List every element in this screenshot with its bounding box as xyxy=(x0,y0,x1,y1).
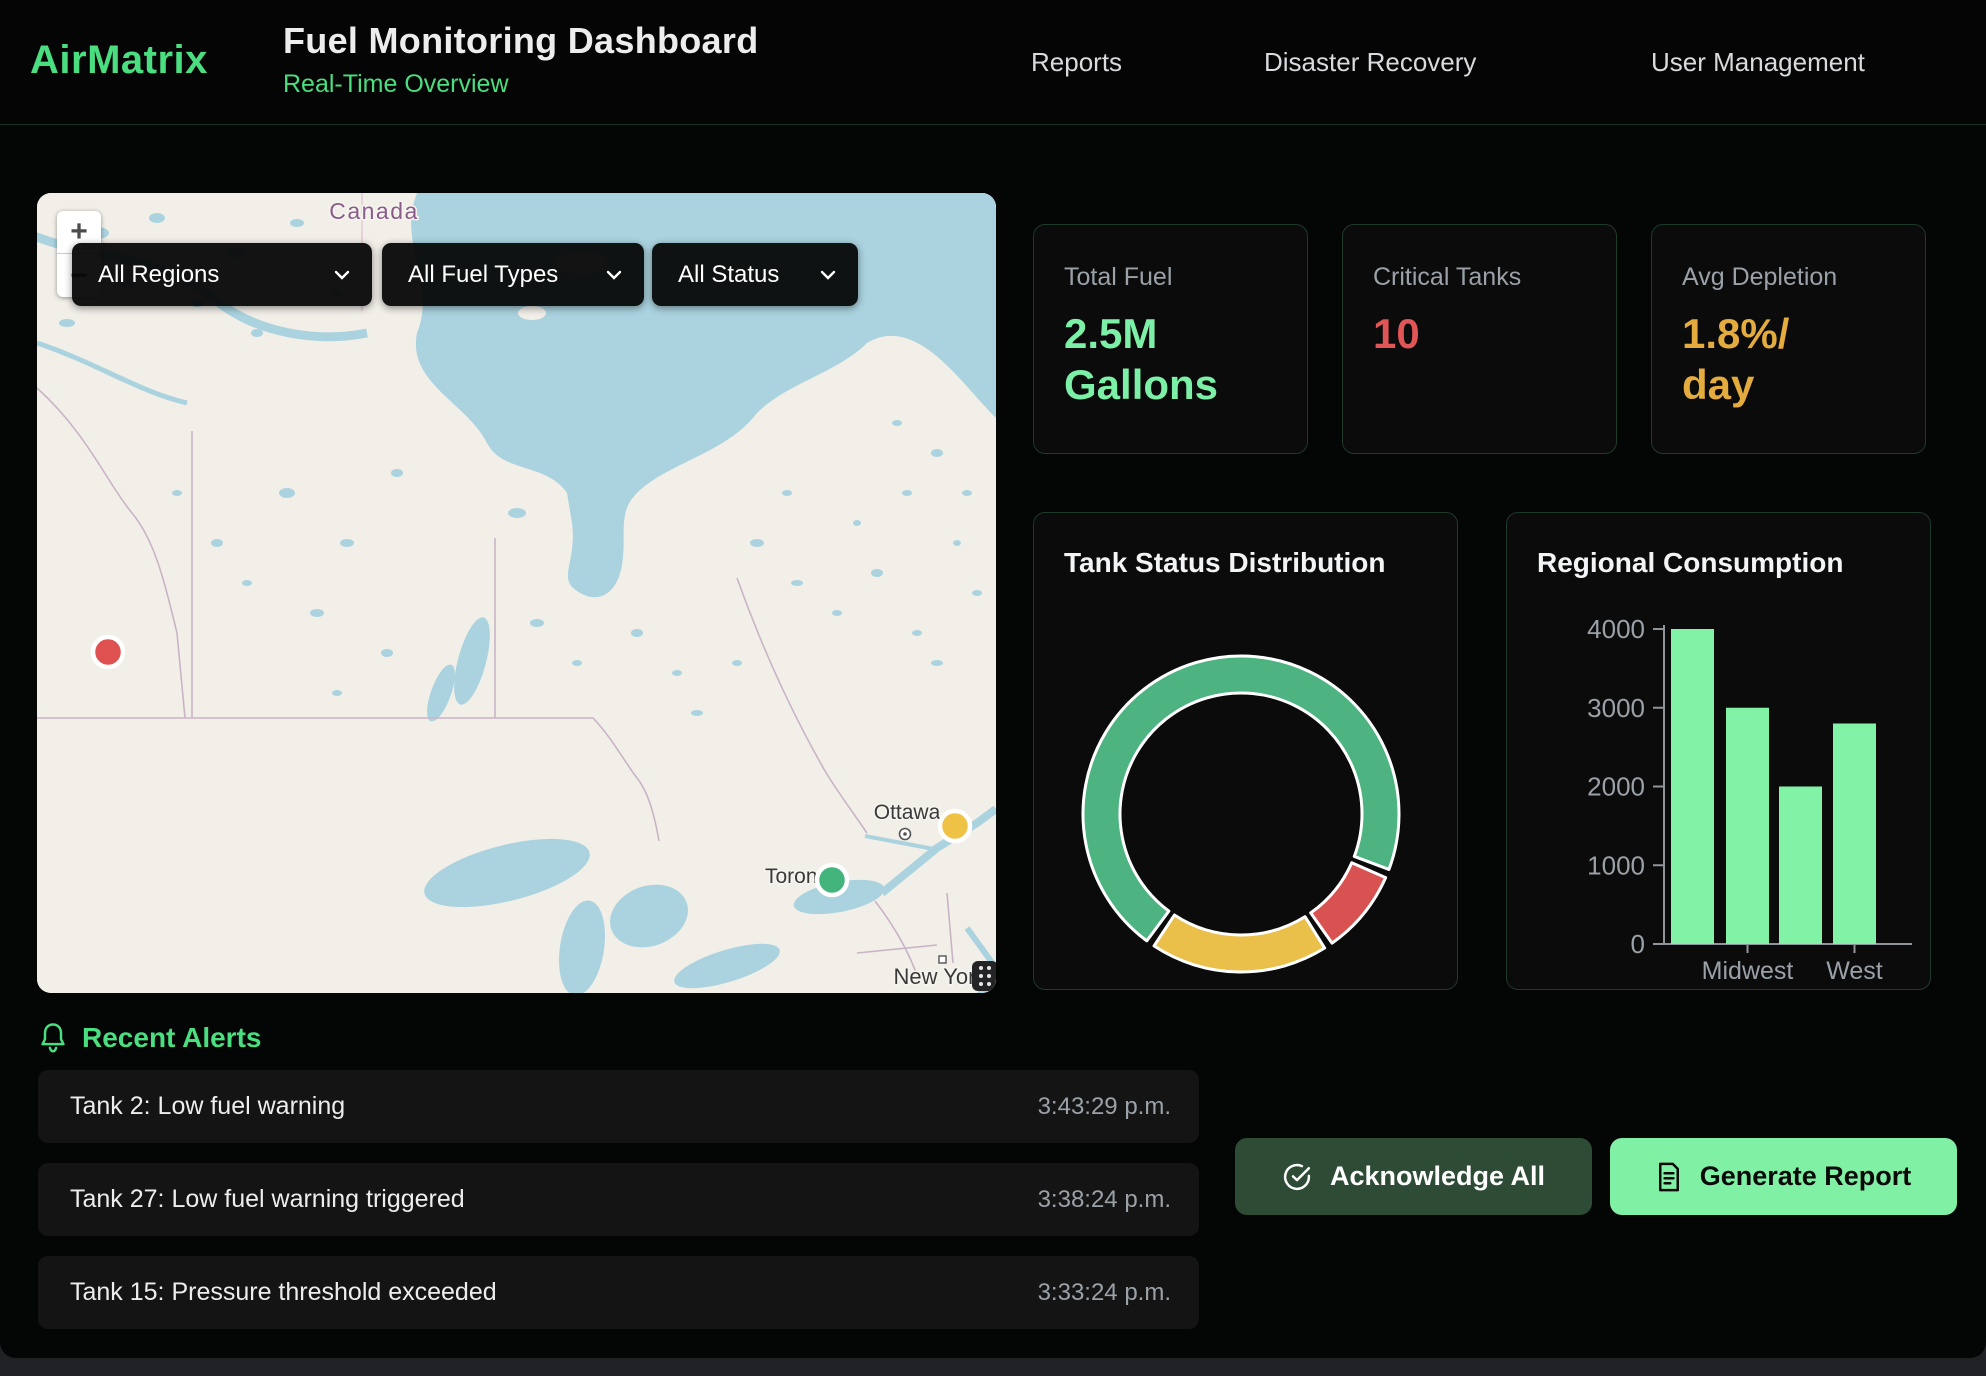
alert-timestamp: 3:33:24 p.m. xyxy=(1038,1279,1171,1307)
acknowledge-all-button[interactable]: Acknowledge All xyxy=(1235,1138,1592,1215)
regional-consumption-bar-chart: 0 1000 2000 3000 4000 Midwest West xyxy=(1507,513,1932,991)
dashboard-container: AirMatrix Fuel Monitoring Dashboard Real… xyxy=(0,0,1986,1358)
alert-message: Tank 15: Pressure threshold exceeded xyxy=(70,1278,497,1307)
y-tick-label: 0 xyxy=(1631,929,1645,959)
alert-timestamp: 3:38:24 p.m. xyxy=(1038,1186,1171,1214)
title-block: Fuel Monitoring Dashboard Real-Time Over… xyxy=(283,20,758,99)
stat-label: Critical Tanks xyxy=(1373,263,1586,292)
brand-logo: AirMatrix xyxy=(30,38,208,83)
chevron-down-icon xyxy=(334,270,350,280)
map-island xyxy=(518,306,546,320)
donut-slice-warning xyxy=(1154,915,1325,972)
stat-value: 1.8%/ day xyxy=(1682,308,1895,410)
map-resize-handle[interactable] xyxy=(972,961,996,991)
status-filter-dropdown[interactable]: All Status xyxy=(652,243,858,306)
tank-status-donut-chart xyxy=(1034,513,1459,991)
donut-slice-critical xyxy=(1311,863,1386,943)
document-icon xyxy=(1656,1162,1682,1192)
tank-marker-critical[interactable] xyxy=(93,637,123,667)
region-filter-dropdown[interactable]: All Regions xyxy=(72,243,372,306)
x-tick-label: West xyxy=(1826,957,1883,985)
page-title: Fuel Monitoring Dashboard xyxy=(283,20,758,62)
country-label: Canada xyxy=(329,198,419,224)
alert-timestamp: 3:43:29 p.m. xyxy=(1038,1093,1171,1121)
bar-region-1 xyxy=(1671,629,1714,944)
nav-item-reports[interactable]: Reports xyxy=(1031,0,1122,125)
chevron-down-icon xyxy=(606,270,622,280)
nav-item-user-management[interactable]: User Management xyxy=(1651,0,1865,125)
recent-alerts-heading: Recent Alerts xyxy=(38,1022,261,1054)
ottawa-label: Ottawa xyxy=(874,801,941,824)
bar-region-2 xyxy=(1726,708,1769,944)
generate-report-button[interactable]: Generate Report xyxy=(1610,1138,1957,1215)
alert-list-item[interactable]: Tank 2: Low fuel warning 3:43:29 p.m. xyxy=(38,1070,1199,1143)
regional-consumption-card: Regional Consumption 01000200030004000Mi… xyxy=(1506,512,1931,990)
tank-marker-warning[interactable] xyxy=(940,811,970,841)
y-tick-label: 2000 xyxy=(1587,772,1645,802)
tank-status-distribution-card: Tank Status Distribution xyxy=(1033,512,1458,990)
y-tick-label: 1000 xyxy=(1587,850,1645,880)
alert-message: Tank 2: Low fuel warning xyxy=(70,1092,345,1121)
stat-card-critical-tanks: Critical Tanks 10 xyxy=(1342,224,1617,454)
stat-label: Avg Depletion xyxy=(1682,263,1895,292)
header-bar: AirMatrix Fuel Monitoring Dashboard Real… xyxy=(0,0,1986,125)
ottawa-town-icon xyxy=(900,829,911,840)
stat-value: 2.5M Gallons xyxy=(1064,308,1277,410)
y-tick-label: 4000 xyxy=(1587,614,1645,644)
y-tick-label: 3000 xyxy=(1587,693,1645,723)
stat-card-avg-depletion: Avg Depletion 1.8%/ day xyxy=(1651,224,1926,454)
nav-item-disaster-recovery[interactable]: Disaster Recovery xyxy=(1264,0,1476,125)
x-tick-label: Midwest xyxy=(1702,957,1794,985)
fuel-monitoring-dashboard: AirMatrix Fuel Monitoring Dashboard Real… xyxy=(0,0,1986,1376)
fuel-type-filter-dropdown[interactable]: All Fuel Types xyxy=(382,243,644,306)
map-panel[interactable]: Canada Ottawa Toronto New York + − Al xyxy=(37,193,996,993)
chevron-down-icon xyxy=(820,270,836,280)
map-canvas: Canada Ottawa Toronto New York xyxy=(37,193,996,993)
tank-marker-normal[interactable] xyxy=(817,865,847,895)
stat-label: Total Fuel xyxy=(1064,263,1277,292)
stat-value: 10 xyxy=(1373,308,1586,359)
alert-list-item[interactable]: Tank 27: Low fuel warning triggered 3:38… xyxy=(38,1163,1199,1236)
alert-message: Tank 27: Low fuel warning triggered xyxy=(70,1185,465,1214)
check-circle-icon xyxy=(1282,1162,1312,1192)
alert-list-item[interactable]: Tank 15: Pressure threshold exceeded 3:3… xyxy=(38,1256,1199,1329)
bell-icon xyxy=(38,1022,68,1054)
stat-card-total-fuel: Total Fuel 2.5M Gallons xyxy=(1033,224,1308,454)
bar-region-4 xyxy=(1833,724,1876,945)
page-subtitle: Real-Time Overview xyxy=(283,70,758,99)
bar-region-3 xyxy=(1779,787,1822,945)
new-york-town-icon xyxy=(939,956,946,963)
